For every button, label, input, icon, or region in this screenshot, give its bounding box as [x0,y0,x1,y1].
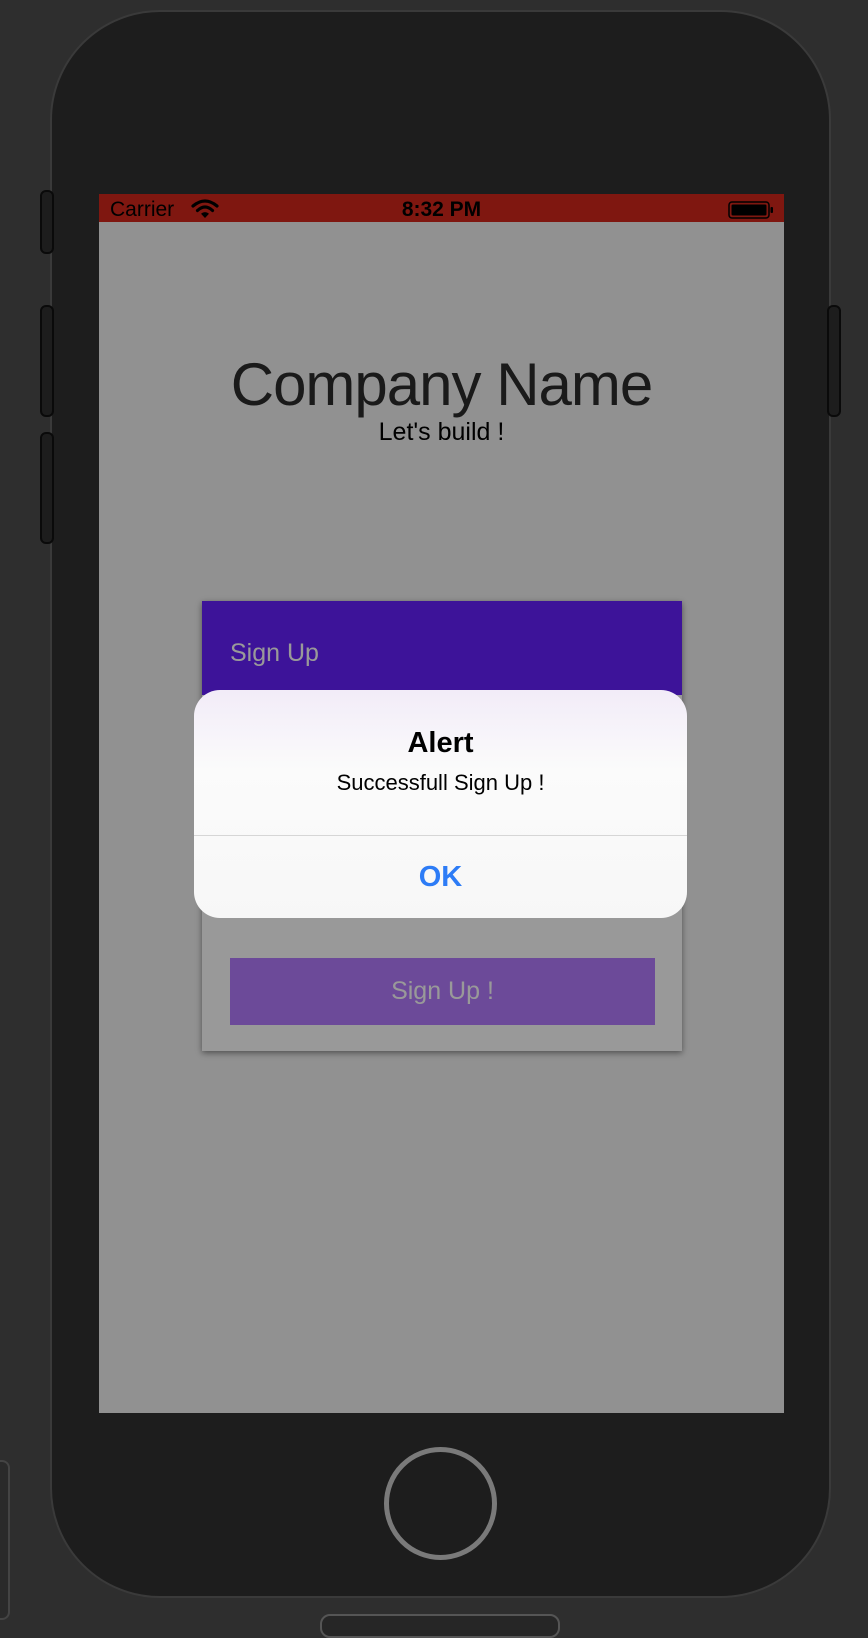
side-panel-edge [0,1460,10,1620]
alert-ok-button[interactable]: OK [194,836,687,918]
alert-message: Successfull Sign Up ! [336,770,545,795]
volume-up-button [40,305,54,417]
alert-title: Alert [407,727,474,759]
bottom-handle [320,1614,560,1638]
device-screen: Carrier 8:32 PM Company Name Let's build… [99,194,784,1413]
alert-dialog: Alert Successfull Sign Up ! OK [194,690,687,918]
volume-down-button [40,432,54,544]
mute-switch [40,190,54,254]
home-button[interactable] [384,1447,497,1560]
power-button [827,305,841,417]
